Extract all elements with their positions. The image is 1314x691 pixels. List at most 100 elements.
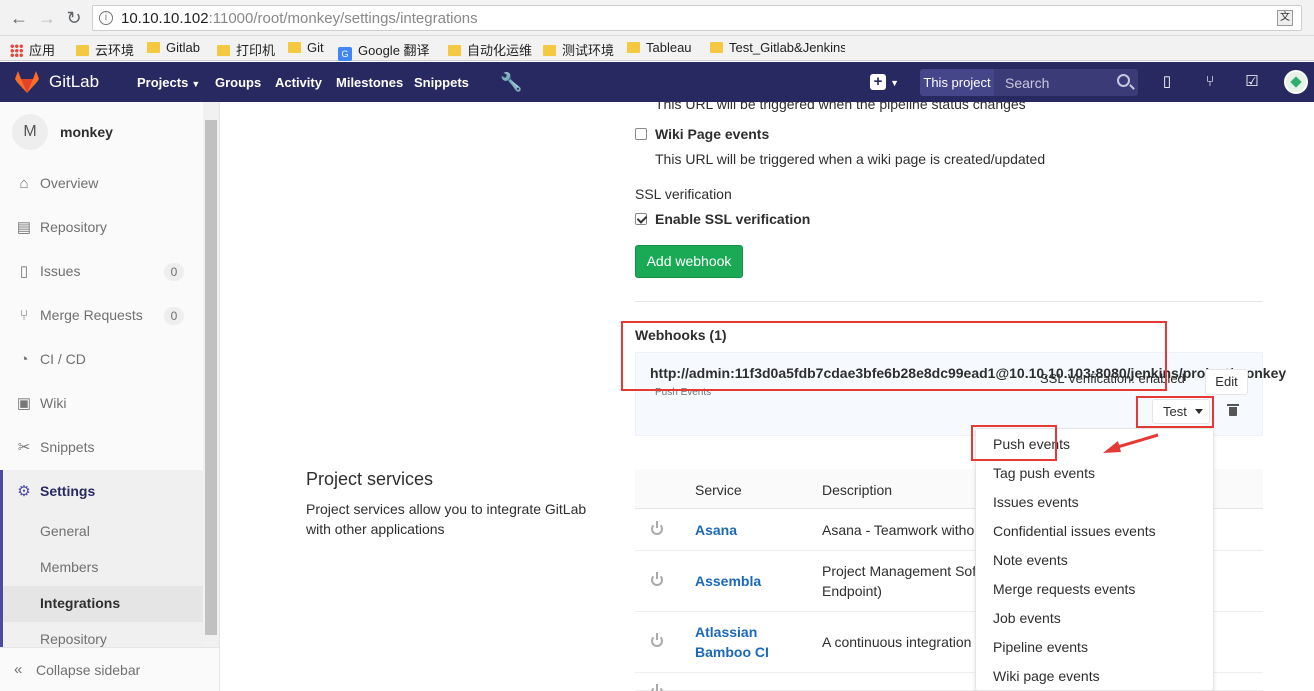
info-icon[interactable]: i [99,11,113,25]
wiki-events-label[interactable]: Wiki Page events [655,126,769,142]
menu-item-confidential-issues-events[interactable]: Confidential issues events [993,523,1156,539]
gear-icon: ⚙ [17,483,31,500]
service-description: Asana - Teamwork without [822,522,986,538]
brand-title[interactable]: GitLab [49,72,99,92]
menu-item-note-events[interactable]: Note events [993,552,1068,568]
service-name-link[interactable]: Bamboo CI [695,642,769,662]
project-name[interactable]: monkey [60,124,113,140]
bookmarks-bar: 应用 云环境 Gitlab 打印机 Git G Google 翻译 自动化运维 测… [0,36,1314,61]
sidebar-scrollbar-thumb[interactable] [205,120,217,635]
sidebar-subitem-general[interactable]: General [0,514,203,550]
merge-request-icon: ⑂ [19,307,29,324]
edit-webhook-button[interactable]: Edit [1205,369,1248,395]
menu-item-wiki-page-events[interactable]: Wiki page events [993,668,1100,684]
user-avatar[interactable] [1284,70,1308,94]
sidebar-item-wiki[interactable]: ▣ Wiki [0,382,203,426]
folder-icon [448,45,461,56]
service-description: A continuous integration [822,634,972,650]
sidebar-item-issues[interactable]: ▯ Issues 0 [0,250,203,294]
bookmark-item[interactable]: Test_Gitlab&Jenkins [710,40,845,55]
bookmark-item[interactable]: 测试环境 [543,40,614,59]
rocket-icon: ◔ [19,351,29,368]
bookmark-item[interactable]: Gitlab [147,40,200,55]
double-chevron-left-icon: « [14,661,23,678]
nav-groups[interactable]: Groups [215,75,261,90]
menu-item-merge-requests-events[interactable]: Merge requests events [993,581,1135,597]
ssl-verification-checkbox[interactable] [635,213,647,225]
sidebar-item-merge-requests[interactable]: ⑂ Merge Requests 0 [0,294,203,338]
bookmark-item[interactable]: Tableau [627,40,692,55]
project-avatar[interactable]: M [12,114,48,150]
folder-icon [147,42,160,53]
menu-item-issues-events[interactable]: Issues events [993,494,1079,510]
todo-check-icon[interactable]: ☑ [1243,73,1261,91]
book-icon: ▤ [16,219,32,236]
nav-projects[interactable]: Projects ▼ [137,75,200,90]
bookmark-item[interactable]: 自动化运维 [448,40,532,59]
nav-milestones[interactable]: Milestones [336,75,403,90]
annotation-highlight-webhook [621,321,1167,391]
column-header-service: Service [695,482,742,498]
gitlab-logo-icon[interactable] [14,70,40,94]
translate-icon[interactable]: 文 [1277,10,1293,26]
sidebar-subitem-members[interactable]: Members [0,550,203,586]
count-badge: 0 [164,307,184,325]
nav-activity[interactable]: Activity [275,75,322,90]
service-description: Project Management Sof [822,563,977,579]
sidebar-item-ci-cd[interactable]: ◔ CI / CD [0,338,203,382]
service-description: Endpoint) [822,583,882,599]
power-icon [651,633,663,647]
service-name-link[interactable]: Assembla [695,571,761,591]
folder-icon [710,42,723,53]
sidebar-subitem-repository[interactable]: Repository [0,622,203,647]
back-icon[interactable]: ← [8,8,30,28]
scissors-icon: ✂ [17,439,31,456]
ssl-heading: SSL verification [635,186,732,202]
service-name-link[interactable]: Atlassian [695,622,757,642]
issues-icon: ▯ [19,263,29,280]
wrench-icon[interactable]: 🔧 [500,72,522,93]
menu-item-pipeline-events[interactable]: Pipeline events [993,639,1088,655]
sidebar-item-overview[interactable]: ⌂ Overview [0,162,203,206]
folder-icon [217,45,230,56]
sidebar-item-snippets[interactable]: ✂ Snippets [0,426,203,470]
wiki-events-checkbox[interactable] [635,128,647,140]
apps-grid-icon [10,44,23,57]
power-icon [651,521,663,535]
ssl-verification-label[interactable]: Enable SSL verification [655,211,810,227]
service-name-link[interactable]: Asana [695,520,737,540]
trash-icon[interactable] [1227,403,1239,417]
power-icon [651,684,663,691]
sidebar-item-settings[interactable]: ⚙ Settings [0,470,203,514]
search-input[interactable]: Search [994,69,1138,96]
bookmark-item[interactable]: 打印机 [217,40,275,59]
new-item-button[interactable]: + ▼ [870,73,904,91]
sidebar-toggle-icon[interactable]: ▯ [1158,73,1176,91]
menu-item-job-events[interactable]: Job events [993,610,1061,626]
forward-icon[interactable]: → [36,8,58,28]
nav-snippets[interactable]: Snippets [414,75,469,90]
folder-icon [543,45,556,56]
bookmark-item[interactable]: 云环境 [76,40,134,59]
annotation-highlight-test-button [1136,396,1214,428]
search-scope-badge[interactable]: This project [920,69,994,96]
chevron-down-icon: ▼ [191,79,201,89]
google-translate-icon: G [338,47,352,61]
column-header-description: Description [822,482,893,498]
folder-icon [76,45,89,56]
merge-request-icon[interactable]: ⑂ [1201,73,1219,91]
bookmark-apps[interactable]: 应用 [10,40,55,59]
bookmark-item[interactable]: G Google 翻译 [338,40,430,61]
bookmark-item[interactable]: Git [288,40,324,55]
address-bar[interactable]: i 10.10.10.102:11000/root/monkey/setting… [92,5,1302,31]
sidebar-subitem-integrations[interactable]: Integrations [0,586,203,622]
browser-toolbar: ← → ↻ i 10.10.10.102:11000/root/monkey/s… [0,0,1314,36]
plus-icon: + [870,74,886,90]
add-webhook-button[interactable]: Add webhook [635,245,743,278]
collapse-sidebar-button[interactable]: « Collapse sidebar [0,647,219,691]
folder-icon [288,42,301,53]
sidebar-item-repository[interactable]: ▤ Repository [0,206,203,250]
reload-icon[interactable]: ↻ [63,8,85,28]
menu-item-tag-push-events[interactable]: Tag push events [993,465,1095,481]
project-sidebar: M monkey ⌂ Overview ▤ Repository ▯ Issues 0 … [0,102,220,691]
